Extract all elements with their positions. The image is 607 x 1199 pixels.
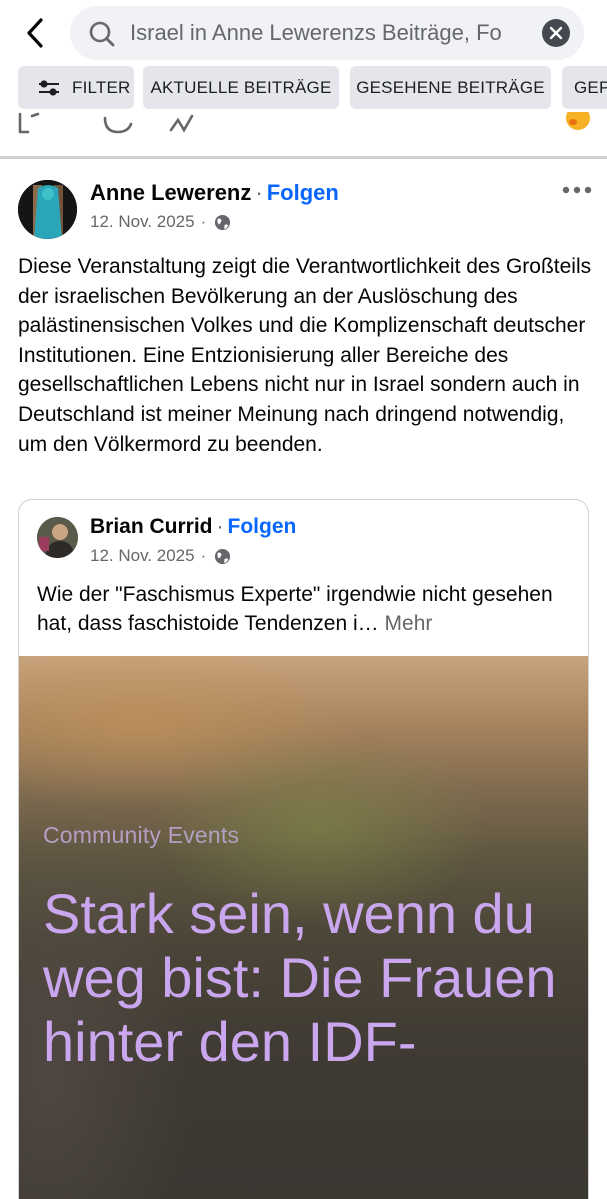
- search-input[interactable]: Israel in Anne Lewerenzs Beiträge, Fo: [70, 6, 584, 60]
- search-query: Israel in Anne Lewerenzs Beiträge, Fo: [130, 20, 502, 45]
- chip-filter[interactable]: FILTER: [18, 66, 134, 109]
- clear-search-button[interactable]: [542, 19, 570, 47]
- post-date[interactable]: 12. Nov. 2025: [90, 212, 195, 232]
- post-meta: 12. Nov. 2025 ·: [90, 212, 231, 232]
- comment-icon[interactable]: [102, 112, 134, 138]
- chip-gep[interactable]: GEP: [562, 66, 607, 109]
- clear-icon: [549, 26, 563, 40]
- previous-post-actions: [0, 112, 607, 156]
- shared-avatar[interactable]: [37, 517, 78, 558]
- shared-text: Wie der "Faschismus Experte" irgendwie n…: [37, 580, 577, 638]
- globe-icon: [215, 214, 231, 230]
- profile-photo-icon: [18, 180, 77, 239]
- back-arrow-icon: [27, 18, 43, 48]
- more-dots-icon: [562, 186, 592, 194]
- search-icon: [89, 21, 115, 47]
- like-icon[interactable]: [18, 112, 50, 138]
- shared-image[interactable]: Community Events Stark sein, wenn du weg…: [19, 656, 588, 1199]
- avatar[interactable]: [18, 180, 77, 239]
- post-text: Diese Veranstaltung zeigt die Verantwort…: [18, 255, 592, 456]
- chip-gesehene-beitraege[interactable]: GESEHENE BEITRÄGE: [350, 66, 551, 109]
- follow-button[interactable]: Folgen: [267, 180, 339, 205]
- post-author[interactable]: Anne Lewerenz · Folgen: [90, 180, 339, 206]
- shared-follow-button[interactable]: Folgen: [228, 515, 297, 538]
- shared-date[interactable]: 12. Nov. 2025: [90, 546, 195, 566]
- filter-sliders-icon: [39, 79, 59, 96]
- post-meta-separator: ·: [200, 212, 207, 231]
- chip-filter-label: FILTER: [72, 77, 131, 97]
- share-icon[interactable]: [168, 112, 200, 138]
- shared-text-body: Wie der "Faschismus Experte" irgendwie n…: [37, 583, 553, 635]
- shared-author-name[interactable]: Brian Currid: [90, 515, 213, 538]
- post-options-button[interactable]: [560, 178, 594, 202]
- image-caption: Community Events: [43, 822, 240, 848]
- shared-author-separator: ·: [216, 515, 224, 538]
- shared-profile-photo-icon: [37, 517, 78, 558]
- shared-post-card[interactable]: Brian Currid · Folgen 12. Nov. 2025 · Wie …: [18, 499, 589, 1199]
- search-header: Israel in Anne Lewerenzs Beiträge, Fo: [0, 0, 607, 66]
- chip-aktuelle-beitraege[interactable]: AKTUELLE BEITRÄGE: [143, 66, 339, 109]
- shared-author[interactable]: Brian Currid · Folgen: [90, 514, 296, 540]
- globe-icon: [215, 548, 231, 564]
- filter-chips: FILTER AKTUELLE BEITRÄGE GESEHENE BEITRÄ…: [0, 66, 607, 110]
- shared-meta: 12. Nov. 2025 ·: [90, 546, 231, 566]
- post-divider: [0, 156, 607, 159]
- post-author-name[interactable]: Anne Lewerenz: [90, 180, 251, 205]
- more-link[interactable]: Mehr: [385, 612, 433, 635]
- back-button[interactable]: [18, 16, 52, 50]
- reaction-emoji-icon: [566, 112, 590, 130]
- post-author-separator: ·: [255, 180, 263, 205]
- shared-meta-separator: ·: [200, 546, 207, 565]
- image-title: Stark sein, wenn du weg bist: Die Frauen…: [43, 882, 557, 1073]
